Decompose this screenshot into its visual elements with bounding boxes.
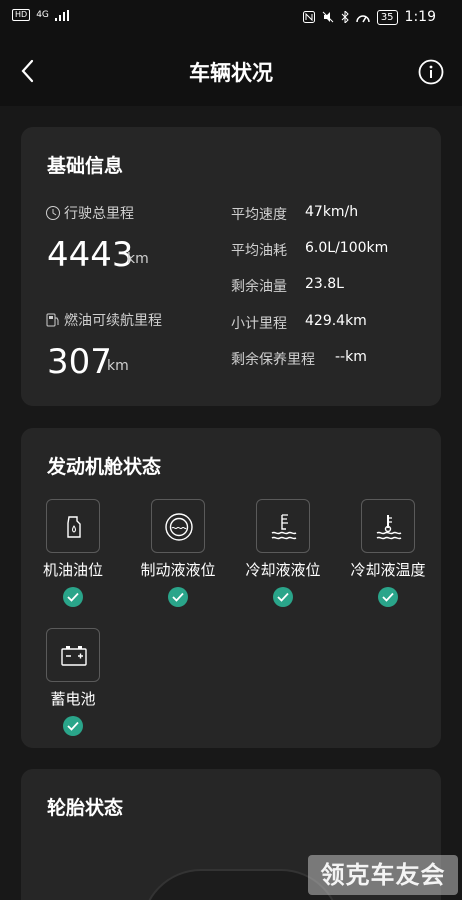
- check-icon: [378, 587, 398, 607]
- total-mileage-label: 行驶总里程: [45, 203, 134, 223]
- brake-fluid-icon: [165, 513, 193, 541]
- avg-speed-label: 平均速度: [231, 207, 287, 223]
- check-icon: [63, 587, 83, 607]
- coolant-temp-icon-box: [361, 499, 415, 553]
- coolant-temp-icon: [376, 515, 402, 540]
- total-mileage-value: 4443: [47, 235, 134, 275]
- engine-bay-card: 发动机舱状态 机油油位 制动液液位 冷却液液位 冷却液温度 蓄电池: [21, 428, 441, 748]
- range-unit: km: [107, 358, 129, 374]
- odometer-icon: [46, 206, 60, 220]
- brake-fluid-icon-box: [151, 499, 205, 553]
- avg-fuel-value: 6.0L/100km: [305, 240, 389, 256]
- battery-icon-box: [46, 628, 100, 682]
- fuel-pump-icon: [46, 313, 59, 327]
- engine-item-brake-fluid[interactable]: 制动液液位: [126, 499, 230, 609]
- battery-indicator: 35: [376, 9, 398, 25]
- app-header: 车辆状况: [0, 40, 462, 104]
- engine-item-battery[interactable]: 蓄电池: [21, 628, 125, 738]
- coolant-level-icon: [271, 514, 297, 540]
- total-mileage-label-text: 行驶总里程: [64, 206, 134, 222]
- coolant-level-label: 冷却液液位: [245, 561, 321, 579]
- check-icon: [168, 587, 188, 607]
- tire-status-title: 轮胎状态: [47, 797, 124, 819]
- status-bar: HD 4G 35 1:19: [0, 0, 462, 34]
- service-mileage-value: --km: [335, 349, 367, 365]
- remaining-fuel-label: 剩余油量: [231, 279, 287, 295]
- speedometer-icon: [356, 15, 370, 23]
- engine-item-coolant-level[interactable]: 冷却液液位: [231, 499, 335, 609]
- oil-can-icon: [67, 516, 81, 538]
- mute-icon: [322, 11, 334, 23]
- avg-speed-value: 47km/h: [305, 204, 359, 220]
- battery-label: 蓄电池: [50, 690, 96, 708]
- basic-info-card: 基础信息 行驶总里程 4443 km 燃油可续航里程 307 km 平均速度 4…: [21, 127, 441, 406]
- network-type: 4G: [36, 10, 49, 20]
- engine-item-coolant-temp[interactable]: 冷却液温度: [336, 499, 440, 609]
- clock: 1:19: [404, 9, 436, 25]
- total-mileage-unit: km: [127, 251, 149, 267]
- content-area: 基础信息 行驶总里程 4443 km 燃油可续航里程 307 km 平均速度 4…: [0, 106, 462, 900]
- brake-fluid-label: 制动液液位: [140, 561, 216, 579]
- battery-icon: [61, 646, 87, 666]
- remaining-fuel-value: 23.8L: [305, 276, 344, 292]
- range-label-text: 燃油可续航里程: [64, 313, 162, 329]
- trip-mileage-value: 429.4km: [305, 313, 367, 329]
- range-value: 307: [47, 342, 112, 382]
- oil-label: 机油油位: [42, 561, 103, 579]
- info-icon: [418, 59, 444, 85]
- engine-bay-title: 发动机舱状态: [47, 456, 162, 478]
- check-icon: [63, 716, 83, 736]
- check-icon: [273, 587, 293, 607]
- hd-badge: HD: [12, 9, 31, 21]
- coolant-temp-label: 冷却液温度: [350, 561, 426, 579]
- page-title: 车辆状况: [189, 61, 273, 85]
- watermark: 领克车友会: [308, 855, 458, 895]
- avg-fuel-label: 平均油耗: [231, 243, 287, 259]
- bluetooth-icon: [341, 11, 349, 23]
- trip-mileage-label: 小计里程: [231, 316, 287, 332]
- info-button[interactable]: [418, 59, 444, 85]
- range-label: 燃油可续航里程: [45, 310, 162, 330]
- oil-icon-box: [46, 499, 100, 553]
- engine-item-oil[interactable]: 机油油位: [21, 499, 125, 609]
- signal-icon: [54, 9, 69, 21]
- service-mileage-label: 剩余保养里程: [231, 352, 315, 368]
- nfc-icon: [302, 11, 315, 23]
- coolant-level-icon-box: [256, 499, 310, 553]
- basic-info-title: 基础信息: [47, 155, 124, 177]
